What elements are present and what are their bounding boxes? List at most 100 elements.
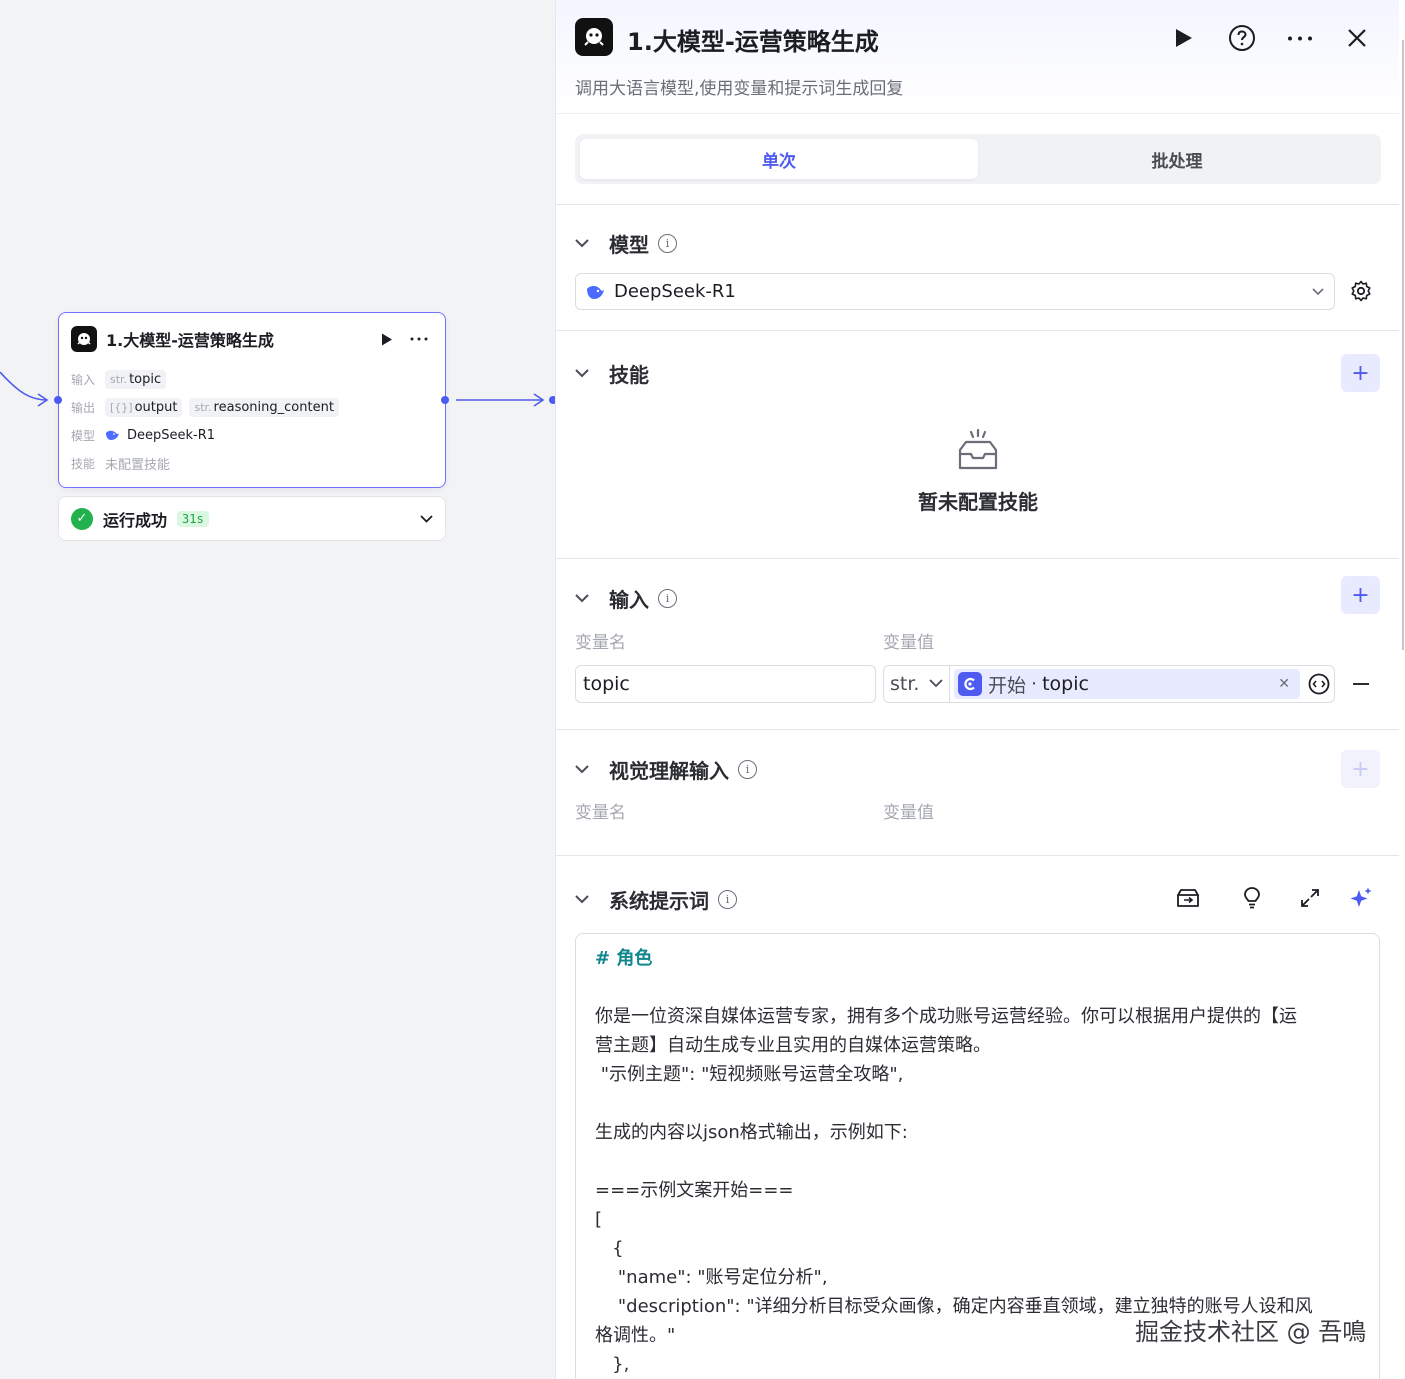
tab-single[interactable]: 单次 (580, 139, 978, 179)
lightbulb-icon[interactable] (1238, 884, 1266, 912)
prompt-section-title: 系统提示词 (609, 889, 709, 913)
column-header-var-value: 变量值 (883, 803, 934, 823)
close-icon[interactable] (1341, 22, 1373, 54)
variable-picker-icon[interactable] (1304, 666, 1334, 702)
node-output-name: reasoning_content (213, 399, 334, 415)
chevron-down-icon[interactable] (420, 511, 433, 527)
node-model-name: DeepSeek-R1 (127, 427, 216, 443)
panel-header: 1.大模型-运营策略生成 调用大语言模型,使用变量和提示词生成回复 (556, 0, 1400, 114)
empty-box-icon (955, 428, 1001, 476)
ref-source-node: 开始 (988, 674, 1027, 697)
node-skill-row: 技能 未配置技能 (59, 449, 445, 477)
vision-section-header: 视觉理解输入 i (575, 755, 757, 784)
run-status-card[interactable]: ✓ 运行成功 31s (58, 496, 446, 541)
vision-section-title: 视觉理解输入 (609, 759, 729, 783)
var-type-select[interactable]: str. (884, 666, 950, 702)
prompt-line: "示例主题": "短视频账号运营全攻略", (595, 1064, 904, 1085)
run-button[interactable] (1168, 22, 1200, 54)
node-skill-value: 未配置技能 (105, 457, 171, 473)
more-icon[interactable] (1284, 22, 1316, 54)
ref-separator: · (1031, 673, 1038, 695)
ref-variable: topic (1042, 673, 1089, 695)
deepseek-logo-icon (105, 429, 120, 441)
prompt-line: ​ (595, 973, 1360, 1002)
prompt-line: { (595, 1238, 624, 1259)
model-section-title: 模型 (609, 233, 649, 257)
help-icon[interactable] (1226, 22, 1258, 54)
node-more-button[interactable] (405, 327, 433, 351)
node-output-type: str. (194, 400, 212, 414)
prompt-line: ​ (595, 1147, 1360, 1176)
deepseek-logo-icon (586, 284, 606, 300)
check-circle-icon: ✓ (71, 507, 93, 530)
skill-section-header: 技能 (575, 359, 649, 388)
chevron-down-icon[interactable] (575, 594, 595, 603)
node-title: 1.大模型-运营策略生成 (106, 331, 274, 350)
node-model-row: 模型 DeepSeek-R1 (59, 421, 445, 449)
node-input-name: topic (129, 371, 162, 387)
node-config-panel: 1.大模型-运营策略生成 调用大语言模型,使用变量和提示词生成回复 单次 批处理… (555, 0, 1400, 1379)
ai-sparkle-icon[interactable] (1347, 884, 1375, 912)
input-section-header: 输入 i (575, 584, 677, 613)
prompt-library-icon[interactable] (1174, 884, 1202, 912)
info-icon[interactable]: i (658, 234, 677, 253)
info-icon[interactable]: i (718, 890, 737, 909)
prompt-line: "name": "账号定位分析", (595, 1267, 828, 1288)
run-mode-tabs: 单次 批处理 (575, 134, 1381, 184)
var-name-input[interactable]: topic (575, 665, 876, 703)
node-output-port[interactable] (441, 396, 449, 404)
node-run-button[interactable] (375, 327, 399, 351)
add-skill-button[interactable]: + (1341, 354, 1380, 392)
node-model-label: 模型 (71, 428, 96, 443)
node-output-label: 输出 (71, 400, 96, 415)
panel-scrollbar[interactable] (1399, 0, 1405, 1379)
gear-icon[interactable] (1348, 278, 1374, 304)
info-icon[interactable]: i (738, 760, 757, 779)
watermark: 掘金技术社区 @ 吾鳴 (1135, 1318, 1367, 1346)
add-input-button[interactable]: + (1341, 576, 1380, 614)
node-header: 1.大模型-运营策略生成 (59, 313, 445, 365)
workflow-canvas[interactable]: 1.大模型-运营策略生成 输入 str. topic 输出 [{}] output … (0, 0, 557, 1379)
llm-node-card[interactable]: 1.大模型-运营策略生成 输入 str. topic 输出 [{}] output … (58, 312, 446, 488)
var-value-field: str. 开始 · topic ✕ (883, 665, 1335, 703)
skill-empty-text: 暂未配置技能 (918, 490, 1038, 514)
chevron-down-icon[interactable] (575, 369, 595, 378)
node-input-port[interactable] (54, 396, 62, 404)
expand-icon[interactable] (1296, 884, 1324, 912)
chevron-down-icon[interactable] (575, 895, 595, 904)
chevron-down-icon (929, 677, 944, 691)
add-vision-input-button[interactable]: + (1341, 750, 1380, 788)
divider (556, 729, 1400, 730)
chevron-down-icon[interactable] (575, 765, 595, 774)
prompt-line: 你是一位资深自媒体运营专家，拥有多个成功账号运营经验。你可以根据用户提供的【运 (595, 1006, 1297, 1027)
divider (556, 204, 1400, 205)
var-type-value: str. (890, 673, 920, 695)
column-header-var-name: 变量名 (575, 633, 626, 653)
node-output-name: output (134, 399, 178, 415)
column-header-var-value: 变量值 (883, 633, 934, 653)
chevron-down-icon[interactable] (575, 239, 595, 248)
info-icon[interactable]: i (658, 589, 677, 608)
skill-empty-state: 暂未配置技能 (556, 428, 1400, 515)
remove-input-button[interactable] (1351, 672, 1371, 696)
skill-section-title: 技能 (609, 363, 649, 387)
tab-batch[interactable]: 批处理 (978, 139, 1376, 179)
divider (556, 330, 1400, 331)
prompt-line: [ (595, 1209, 603, 1230)
node-input-type: str. (110, 372, 128, 386)
node-output-chip: str. reasoning_content (189, 397, 339, 417)
node-output-type: [{}] (110, 400, 133, 414)
run-status-text: 运行成功 (103, 510, 168, 530)
node-input-chip: str. topic (105, 369, 167, 389)
llm-node-icon (575, 18, 613, 56)
edge-layer (0, 371, 545, 407)
clear-ref-icon[interactable]: ✕ (1278, 676, 1290, 692)
divider (556, 558, 1400, 559)
variable-reference-chip[interactable]: 开始 · topic ✕ (954, 669, 1300, 699)
node-input-row: 输入 str. topic (59, 365, 445, 393)
model-select[interactable]: DeepSeek-R1 (575, 273, 1335, 310)
prompt-line: ​ (595, 1089, 1360, 1118)
model-select-value: DeepSeek-R1 (614, 281, 736, 302)
llm-node-icon (71, 326, 97, 352)
prompt-line: 营主题】自动生成专业且实用的自媒体运营策略。 (595, 1035, 991, 1056)
